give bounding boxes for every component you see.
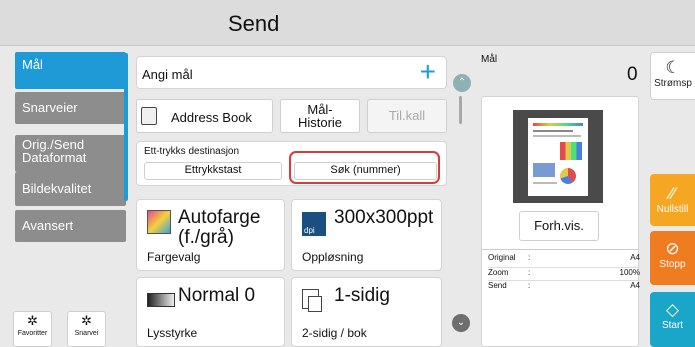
recall-button[interactable]: Til.kall [367,99,447,133]
one-touch-key-button[interactable]: Ettrykkstast [144,162,282,180]
target-label: Mål [481,54,498,65]
preview-panel: Forh.vis. Original : A4 Zoom : 100% Send… [481,96,640,347]
info-row-send: Send : A4 [488,280,640,290]
sidebar-item-image-quality[interactable]: Bildekvalitet [15,172,126,206]
highlight-box [289,151,440,184]
shortcut-button[interactable]: ✲ Snarvei [67,311,106,347]
moon-icon: ☾ [665,58,681,77]
reset-icon: ⁄⁄ [669,184,676,203]
gear-star-icon: ✲ [27,313,38,328]
density-tile[interactable]: Normal 0 Lysstyrke [136,277,285,347]
gear-star-icon: ✲ [81,313,92,328]
start-icon: ◇ [665,300,680,319]
enter-destination-field[interactable]: Angi mål + [136,56,447,89]
preview-frame [513,110,603,203]
preview-button[interactable]: Forh.vis. [519,211,599,241]
address-book-button[interactable]: Address Book [136,99,273,133]
scroll-down-button[interactable]: ⌄ [452,314,470,332]
color-mode-icon [147,210,171,234]
sidebar-item-shortcuts[interactable]: Snarveier [15,92,126,124]
sidebar-scrollbar[interactable] [124,53,128,201]
duplex-icon [302,289,322,312]
main-scrollbar[interactable] [459,96,462,124]
duplex-tile[interactable]: 1-sidig 2-sidig / bok [291,277,442,347]
plus-icon[interactable]: + [420,57,436,87]
sidebar-item-destination[interactable]: Mål [15,52,126,89]
sidebar: Mål Snarveier Orig./Send Dataformat Bild… [13,52,130,347]
target-count: 0 [627,64,638,85]
title-bar: Send [0,0,695,46]
address-book-icon [141,107,157,125]
info-row-zoom: Zoom : 100% [488,267,640,277]
stop-button[interactable]: ⊘ Stopp [650,231,695,285]
destination-history-button[interactable]: Mål- Historie [280,99,360,133]
color-selection-tile[interactable]: Autofarge (f./grå) Fargevalg [136,199,285,271]
preview-area: Mål 0 Forh.vis. Original : A4 Zoom : 100… [478,52,642,347]
resolution-tile[interactable]: dpi 300x300ppt Oppløsning [291,199,442,271]
resolution-icon: dpi [302,212,326,236]
reset-button[interactable]: ⁄⁄ Nullstill [650,174,695,226]
power-saver-button[interactable]: ☾ Strømsp [650,52,695,100]
sidebar-item-advanced[interactable]: Avansert [15,210,126,242]
page-title: Send [228,11,280,36]
favorites-button[interactable]: ✲ Favoritter [13,311,52,347]
document-thumbnail [528,118,588,196]
density-icon [147,293,175,307]
start-button[interactable]: ◇ Start [650,292,695,347]
sidebar-item-original-format[interactable]: Orig./Send Dataformat [15,135,126,172]
scroll-up-button[interactable]: ⌃ [453,74,471,92]
stop-icon: ⊘ [665,239,680,258]
